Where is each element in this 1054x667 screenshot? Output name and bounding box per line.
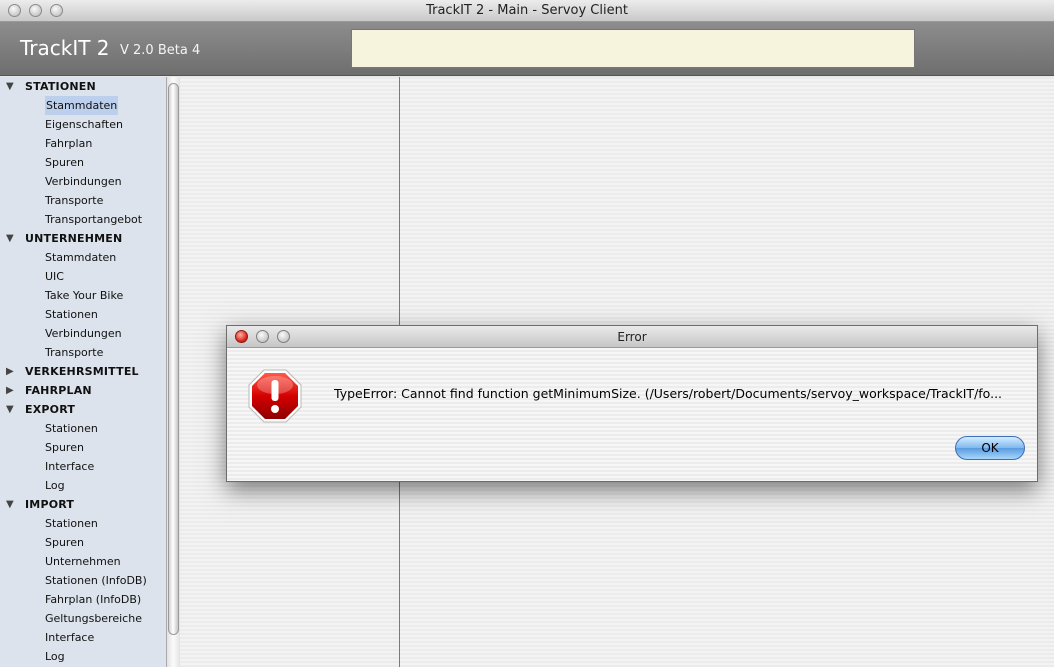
sidebar-row-label: Stationen <box>45 422 98 435</box>
sidebar-item-take-your-bike[interactable]: Take Your Bike <box>0 286 166 305</box>
sidebar-row-label: VERKEHRSMITTEL <box>25 365 139 378</box>
sidebar-row-label: UNTERNEHMEN <box>25 232 123 245</box>
sidebar-group-export[interactable]: ▼ EXPORT <box>0 400 166 419</box>
sidebar-item-log[interactable]: Log <box>0 647 166 666</box>
sidebar-row-label: Verbindungen <box>45 175 122 188</box>
sidebar-row-label: Verbindungen <box>45 327 122 340</box>
ok-button[interactable]: OK <box>955 436 1025 460</box>
sidebar-row-label: UIC <box>45 270 64 283</box>
sidebar-group-fahrplan[interactable]: ▶ FAHRPLAN <box>0 381 166 400</box>
sidebar-row-label: Interface <box>45 460 95 473</box>
sidebar-row-label: Stationen (InfoDB) <box>45 574 147 587</box>
app-header: TrackIT 2 V 2.0 Beta 4 <box>0 22 1054 76</box>
sidebar-row-label: Fahrplan (InfoDB) <box>45 593 142 606</box>
sidebar-row-label: Stationen <box>45 517 98 530</box>
sidebar-item-stationen[interactable]: Stationen <box>0 514 166 533</box>
sidebar-item-stammdaten[interactable]: Stammdaten <box>0 96 166 115</box>
sidebar-row-label: Take Your Bike <box>45 289 124 302</box>
sidebar-row-label: Transporte <box>45 194 104 207</box>
sidebar-item-verbindungen[interactable]: Verbindungen <box>0 172 166 191</box>
sidebar-item-eigenschaften[interactable]: Eigenschaften <box>0 115 166 134</box>
sidebar-item-log[interactable]: Log <box>0 476 166 495</box>
sidebar-row-label: Spuren <box>45 156 84 169</box>
sidebar-row-label: Stammdaten <box>45 96 119 115</box>
header-input-field[interactable] <box>351 29 915 68</box>
dialog-title: Error <box>617 330 647 344</box>
sidebar-item-fahrplan-infodb[interactable]: Fahrplan (InfoDB) <box>0 590 166 609</box>
sidebar-item-interface[interactable]: Interface <box>0 628 166 647</box>
disclosure-down-icon[interactable]: ▼ <box>6 77 14 96</box>
sidebar-row-label: Geltungsbereiche <box>45 612 142 625</box>
sidebar-row-label: Unternehmen <box>45 555 121 568</box>
sidebar-row-label: Fahrplan <box>45 137 93 150</box>
disclosure-down-icon[interactable]: ▼ <box>6 495 14 514</box>
dialog-titlebar: Error <box>227 326 1037 348</box>
sidebar-item-verbindungen[interactable]: Verbindungen <box>0 324 166 343</box>
sidebar-group-verkehrsmittel[interactable]: ▶ VERKEHRSMITTEL <box>0 362 166 381</box>
sidebar-row-label: Stationen <box>45 308 98 321</box>
sidebar-item-stammdaten[interactable]: Stammdaten <box>0 248 166 267</box>
sidebar-item-uic[interactable]: UIC <box>0 267 166 286</box>
sidebar-item-spuren[interactable]: Spuren <box>0 533 166 552</box>
disclosure-down-icon[interactable]: ▼ <box>6 400 14 419</box>
sidebar-item-fahrplan[interactable]: Fahrplan <box>0 134 166 153</box>
sidebar-scroll-thumb[interactable] <box>168 83 179 635</box>
disclosure-right-icon[interactable]: ▶ <box>6 362 14 381</box>
sidebar-group-stationen[interactable]: ▼ STATIONEN <box>0 77 166 96</box>
sidebar-row-label: Log <box>45 479 65 492</box>
sidebar-item-interface[interactable]: Interface <box>0 457 166 476</box>
sidebar-item-unternehmen[interactable]: Unternehmen <box>0 552 166 571</box>
window-title: TrackIT 2 - Main - Servoy Client <box>426 3 628 18</box>
app-brand: TrackIT 2 <box>20 36 110 60</box>
sidebar-row-label: Stammdaten <box>45 251 117 264</box>
sidebar-scrollbar[interactable] <box>166 77 180 667</box>
sidebar-item-stationen[interactable]: Stationen <box>0 305 166 324</box>
sidebar-item-geltungsbereiche[interactable]: Geltungsbereiche <box>0 609 166 628</box>
sidebar-row-label: EXPORT <box>25 403 76 416</box>
sidebar-row-label: IMPORT <box>25 498 75 511</box>
sidebar-row-label: Log <box>45 650 65 663</box>
sidebar-group-import[interactable]: ▼ IMPORT <box>0 495 166 514</box>
sidebar-row-label: Spuren <box>45 536 84 549</box>
disclosure-down-icon[interactable]: ▼ <box>6 229 14 248</box>
sidebar-row-label: Transportangebot <box>45 213 143 226</box>
sidebar-row-label: STATIONEN <box>25 80 96 93</box>
sidebar-item-stationen[interactable]: Stationen <box>0 419 166 438</box>
sidebar-item-spuren[interactable]: Spuren <box>0 153 166 172</box>
sidebar-row-label: Transporte <box>45 346 104 359</box>
sidebar-row-label: FAHRPLAN <box>25 384 92 397</box>
disclosure-right-icon[interactable]: ▶ <box>6 381 14 400</box>
sidebar-item-transportangebot[interactable]: Transportangebot <box>0 210 166 229</box>
sidebar-item-spuren[interactable]: Spuren <box>0 438 166 457</box>
window-titlebar: TrackIT 2 - Main - Servoy Client <box>0 0 1054 22</box>
sidebar-tree: ▼ STATIONEN Stammdaten Eigenschaften Fahrpla… <box>0 77 166 667</box>
app-version: V 2.0 Beta 4 <box>120 43 201 58</box>
error-message: TypeError: Cannot find function getMinim… <box>334 386 1003 401</box>
sidebar-row-label: Interface <box>45 631 95 644</box>
error-dialog: Error TypeError: Cannot find function ge… <box>226 325 1038 482</box>
sidebar-item-stationen-infodb[interactable]: Stationen (InfoDB) <box>0 571 166 590</box>
sidebar-item-transporte[interactable]: Transporte <box>0 343 166 362</box>
sidebar-row-label: Eigenschaften <box>45 118 123 131</box>
sidebar-row-label: Spuren <box>45 441 84 454</box>
sidebar-item-transporte[interactable]: Transporte <box>0 191 166 210</box>
sidebar-group-unternehmen[interactable]: ▼ UNTERNEHMEN <box>0 229 166 248</box>
stop-icon <box>248 369 302 423</box>
